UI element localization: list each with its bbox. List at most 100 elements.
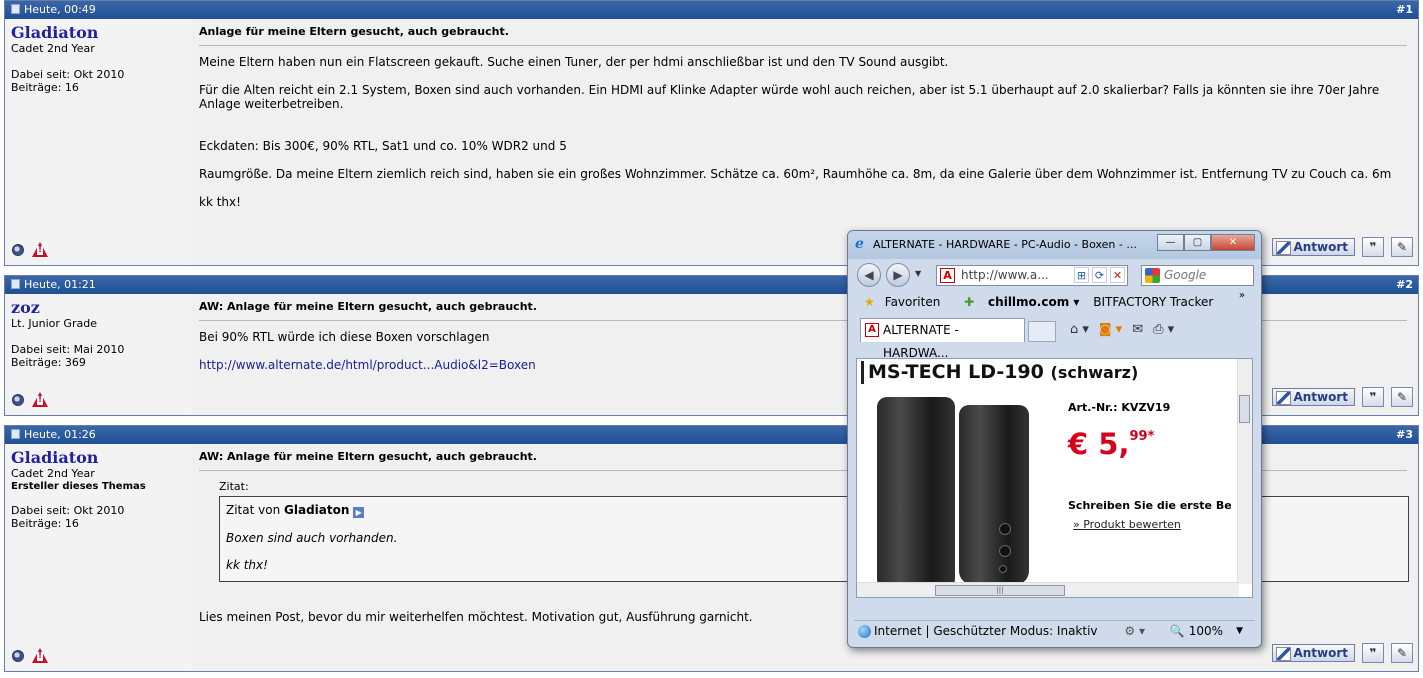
report-icon[interactable]: ! <box>32 392 48 407</box>
close-button[interactable]: ✕ <box>1211 234 1255 251</box>
compatibility-icon[interactable]: ⊞ <box>1074 267 1089 283</box>
user-sidebar: Gladiaton Cadet 2nd Year Dabei seit: Okt… <box>5 19 191 265</box>
speaker-knob <box>999 523 1011 535</box>
post-text: Meine Eltern haben nun ein Flatscreen ge… <box>199 55 949 69</box>
favorites-button[interactable]: ★ Favoriten <box>864 295 950 309</box>
user-meta: Dabei seit: Okt 2010 Beiträge: 16 <box>11 504 185 530</box>
tab-bar: A ALTERNATE - HARDWA... ⌂ ▾ ◙ ▾ ✉ ⎙ ▾ <box>848 315 1261 360</box>
product-variant: (schwarz) <box>1050 363 1139 382</box>
forward-button[interactable]: ▶ <box>886 263 910 287</box>
globe-icon <box>858 625 871 638</box>
history-dropdown-icon[interactable]: ▼ <box>915 269 921 278</box>
stop-icon[interactable]: ✕ <box>1110 267 1125 283</box>
back-button[interactable]: ◀ <box>857 263 881 287</box>
mail-icon[interactable]: ✉ <box>1132 322 1143 337</box>
new-tab-button[interactable] <box>1028 321 1056 342</box>
rss-feed-icon[interactable]: ◙ ▾ <box>1099 322 1122 337</box>
edit-icon[interactable]: ✎ <box>1391 643 1413 663</box>
post-header: Heute, 00:49 #1 <box>5 1 1418 19</box>
post-document-icon <box>11 429 20 439</box>
reply-button[interactable]: Antwort <box>1272 238 1355 256</box>
user-joined: Dabei seit: Mai 2010 <box>11 343 125 356</box>
post-text: Für die Alten reicht ein 2.1 System, Box… <box>199 83 1380 111</box>
navigation-bar: ◀ ▶ ▼ A http://www.a... ⊞ ⟳ ✕ Google <box>848 259 1261 289</box>
browser-popup-window[interactable]: e ALTERNATE - HARDWARE - PC-Audio - Boxe… <box>847 230 1262 648</box>
favorite-chillmo[interactable]: chillmo.com ▾ <box>988 295 1079 309</box>
post-number-link[interactable]: #1 <box>1396 1 1413 19</box>
multiquote-icon[interactable]: ❞ <box>1362 387 1384 407</box>
user-sidebar: Gladiaton Cadet 2nd Year Ersteller diese… <box>5 444 191 671</box>
user-meta: Dabei seit: Mai 2010 Beiträge: 369 <box>11 343 185 369</box>
reply-button[interactable]: Antwort <box>1272 644 1355 662</box>
vertical-scrollbar[interactable] <box>1237 359 1252 584</box>
post-content: Anlage für meine Eltern gesucht, auch ge… <box>192 19 1418 265</box>
window-title-bar[interactable]: e ALTERNATE - HARDWARE - PC-Audio - Boxe… <box>848 231 1261 259</box>
post-status-icons: ! <box>12 242 48 257</box>
address-text: http://www.a... <box>961 268 1049 282</box>
window-title: ALTERNATE - HARDWARE - PC-Audio - Boxen … <box>873 238 1137 251</box>
post-date: Heute, 01:26 <box>24 428 96 441</box>
user-rank: Cadet 2nd Year <box>11 42 95 55</box>
rate-product-link[interactable]: » Produkt bewerten <box>1073 518 1181 531</box>
view-post-arrow-icon[interactable]: ▶ <box>353 507 365 518</box>
page-viewport[interactable]: MS-TECH LD-190 (schwarz) Art.-Nr.: KVZV1… <box>856 358 1253 598</box>
site-favicon-icon: A <box>940 268 955 283</box>
tab-favicon-icon: A <box>865 323 879 337</box>
print-icon[interactable]: ⎙ ▾ <box>1153 322 1174 337</box>
favorite-bitfactory[interactable]: BITFACTORY Tracker <box>1093 295 1213 309</box>
maximize-button[interactable]: ▢ <box>1184 234 1211 251</box>
user-rank: Cadet 2nd Year <box>11 467 95 480</box>
zoom-level[interactable]: 🔍 100% <box>1170 621 1223 642</box>
report-icon[interactable]: ! <box>32 242 48 257</box>
post-1: Heute, 00:49 #1 Gladiaton Cadet 2nd Year… <box>4 0 1419 266</box>
offline-status-icon <box>12 649 24 662</box>
edit-icon[interactable]: ✎ <box>1391 387 1413 407</box>
post-document-icon <box>11 4 20 14</box>
username-link[interactable]: Gladiaton <box>11 449 185 467</box>
tab-alternate[interactable]: A ALTERNATE - HARDWA... <box>860 318 1025 360</box>
internet-explorer-icon: e <box>855 236 864 252</box>
post-text: Eckdaten: Bis 300€, 90% RTL, Sat1 und co… <box>199 139 567 153</box>
security-icon[interactable]: ⚙ ▾ <box>1124 621 1145 642</box>
user-post-count: Beiträge: 16 <box>11 81 79 94</box>
article-number: Art.-Nr.: KVZV19 <box>1068 401 1171 414</box>
product-price: € 5,99* <box>1068 427 1155 461</box>
post-text: Raumgröße. Da meine Eltern ziemlich reic… <box>199 167 1392 181</box>
post-number-link[interactable]: #2 <box>1396 276 1413 294</box>
refresh-icon[interactable]: ⟳ <box>1092 267 1107 283</box>
user-joined: Dabei seit: Okt 2010 <box>11 504 125 517</box>
address-bar[interactable]: A http://www.a... ⊞ ⟳ ✕ <box>936 265 1128 286</box>
minimize-button[interactable]: — <box>1157 234 1184 251</box>
post-actions: Antwort ❞ ✎ <box>1272 237 1413 257</box>
edit-icon[interactable]: ✎ <box>1391 237 1413 257</box>
user-rank: Lt. Junior Grade <box>11 317 97 330</box>
report-icon[interactable]: ! <box>32 648 48 663</box>
post-date: Heute, 00:49 <box>24 3 96 16</box>
username-link[interactable]: Gladiaton <box>11 24 185 42</box>
reply-button[interactable]: Antwort <box>1272 388 1355 406</box>
post-number-link[interactable]: #3 <box>1396 426 1413 444</box>
home-icon[interactable]: ⌂ ▾ <box>1070 322 1089 337</box>
zoom-dropdown-icon[interactable]: ▼ <box>1236 621 1243 642</box>
window-controls: — ▢ ✕ <box>1157 234 1255 251</box>
search-input[interactable]: Google <box>1141 265 1254 286</box>
username-link[interactable]: zoz <box>11 299 185 317</box>
more-favorites-icon[interactable]: » <box>1239 283 1245 309</box>
status-text: Internet | Geschützter Modus: Inaktiv <box>874 624 1098 638</box>
add-favorite-icon[interactable]: ✚ <box>964 295 974 309</box>
multiquote-icon[interactable]: ❞ <box>1362 237 1384 257</box>
quote-author: Gladiaton <box>284 503 350 517</box>
horizontal-scrollbar[interactable]: ||| <box>857 582 1239 597</box>
user-joined: Dabei seit: Okt 2010 <box>11 68 125 81</box>
post-document-icon <box>11 279 20 289</box>
horizontal-scroll-thumb[interactable]: ||| <box>935 585 1065 596</box>
vertical-scroll-thumb[interactable] <box>1239 395 1250 423</box>
product-link[interactable]: http://www.alternate.de/html/product...A… <box>199 358 536 372</box>
speaker-right <box>959 405 1029 585</box>
multiquote-icon[interactable]: ❞ <box>1362 643 1384 663</box>
google-icon <box>1145 268 1160 283</box>
favorites-bar: ★ Favoriten ✚ chillmo.com ▾ BITFACTORY Tr… <box>848 289 1261 315</box>
user-post-count: Beiträge: 369 <box>11 356 86 369</box>
post-text: kk thx! <box>199 195 241 209</box>
post-actions: Antwort ❞ ✎ <box>1272 387 1413 407</box>
